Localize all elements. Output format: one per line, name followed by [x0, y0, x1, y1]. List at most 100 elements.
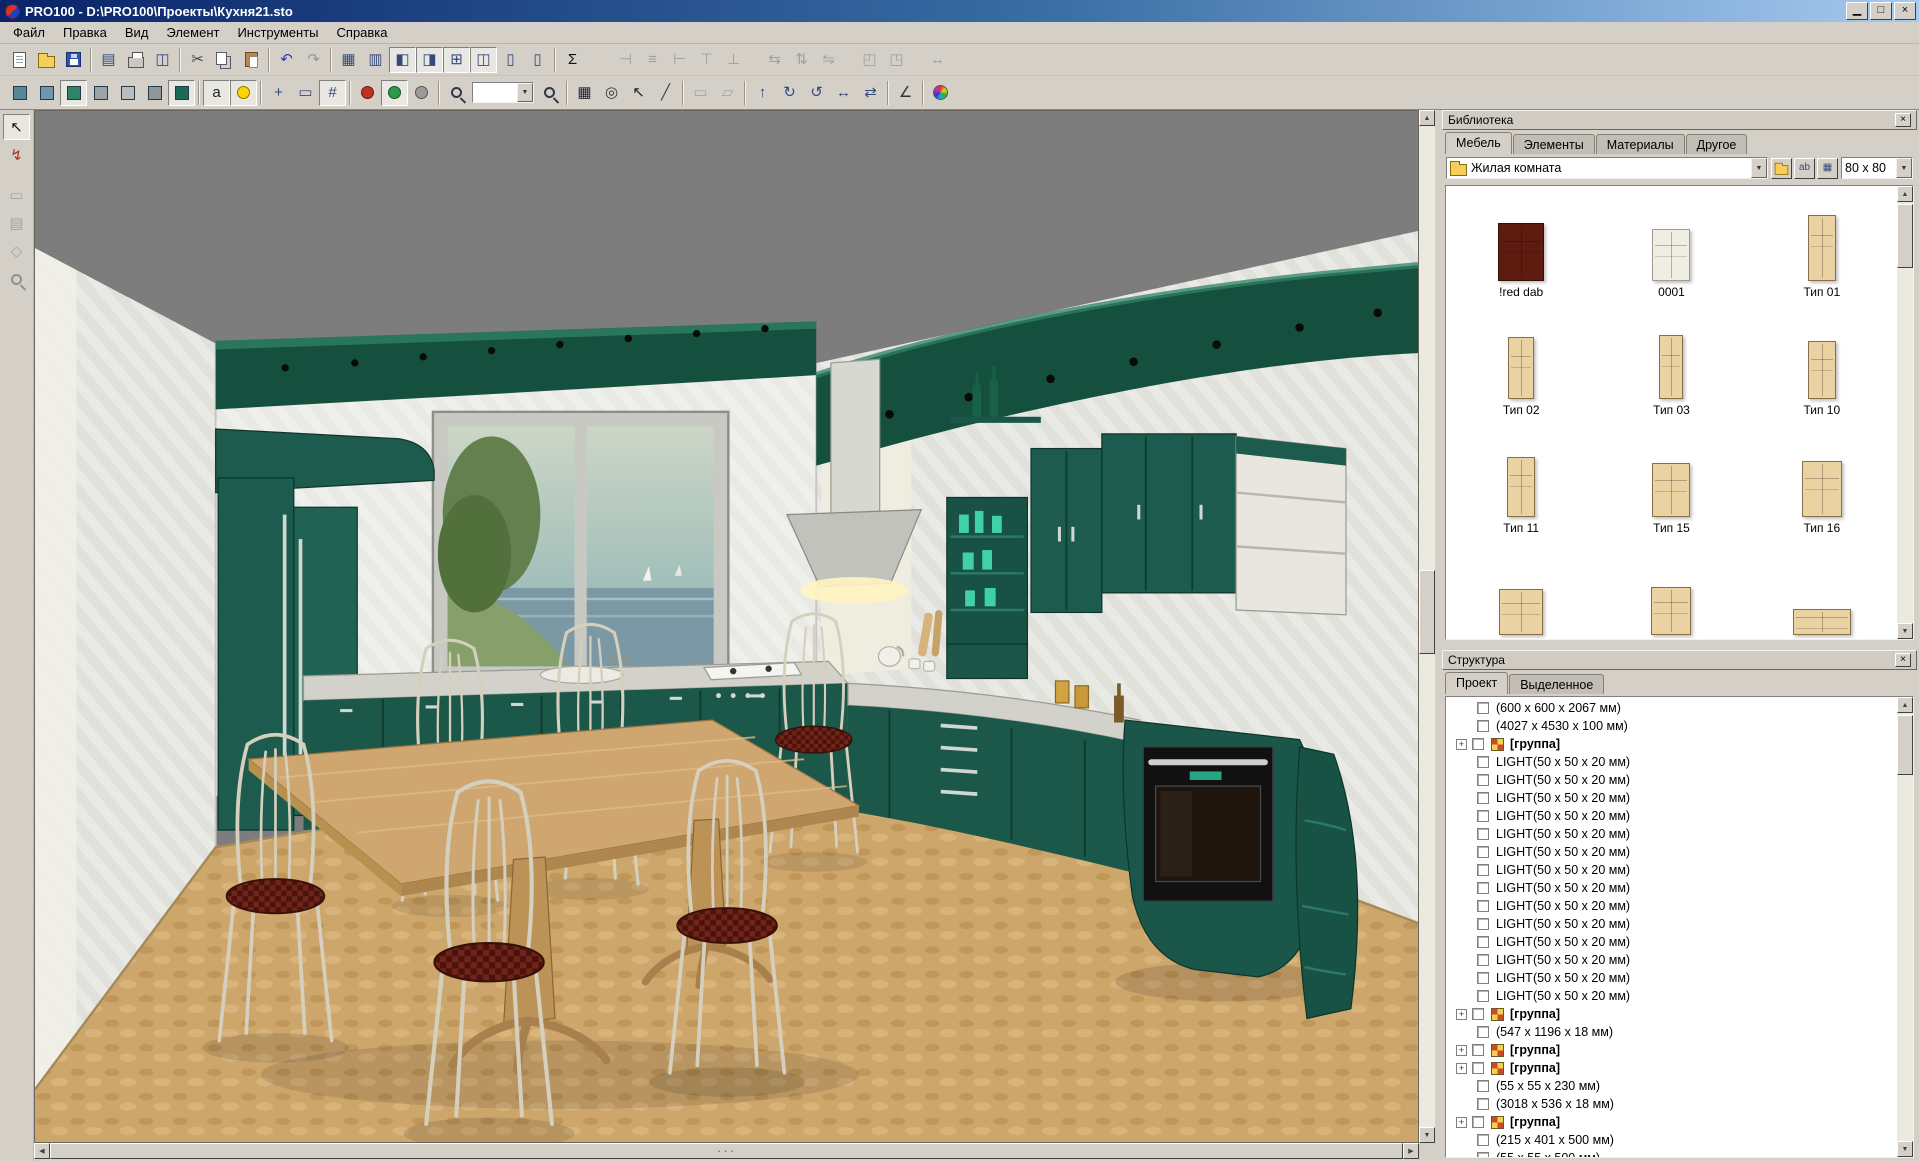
tree-checkbox[interactable]: [1477, 846, 1489, 858]
render-off-button[interactable]: [408, 80, 435, 106]
tree-checkbox[interactable]: [1477, 720, 1489, 732]
tree-row[interactable]: +[группа]: [1446, 735, 1897, 753]
library-tab-3[interactable]: Другое: [1686, 134, 1748, 154]
tree-row[interactable]: +[группа]: [1446, 1113, 1897, 1131]
tree-checkbox[interactable]: [1477, 1080, 1489, 1092]
panel-extra-2-button[interactable]: ▯: [524, 47, 551, 73]
price-list-button[interactable]: ▥: [362, 47, 389, 73]
paste-button[interactable]: [238, 47, 265, 73]
tree-row[interactable]: LIGHT(50 x 50 x 20 мм): [1446, 789, 1897, 807]
tree-checkbox[interactable]: [1472, 1116, 1484, 1128]
panel-extra-1-button[interactable]: ▯: [497, 47, 524, 73]
library-scroll-up-icon[interactable]: ▲: [1897, 186, 1913, 202]
show-properties-panel-button[interactable]: ◨: [416, 47, 443, 73]
page-setup-button[interactable]: ▤: [95, 47, 122, 73]
tree-checkbox[interactable]: [1477, 882, 1489, 894]
view-side-button[interactable]: [141, 80, 168, 106]
library-scrollbar[interactable]: ▲ ▼: [1897, 186, 1913, 639]
view-shaded-button[interactable]: [60, 80, 87, 106]
folder-up-button[interactable]: [1771, 158, 1792, 179]
library-scroll-down-icon[interactable]: ▼: [1897, 623, 1913, 639]
report-button[interactable]: ▦: [335, 47, 362, 73]
menu-item-0[interactable]: Файл: [4, 22, 54, 43]
show-structure-panel-button[interactable]: ◫: [470, 47, 497, 73]
structure-panel-header[interactable]: Структура ×: [1442, 650, 1917, 670]
dimension-tool-button[interactable]: ↯: [3, 142, 30, 168]
snap-toggle-button[interactable]: +: [265, 80, 292, 106]
view-axonometry-button[interactable]: [33, 80, 60, 106]
tree-checkbox[interactable]: [1477, 1098, 1489, 1110]
library-tab-2[interactable]: Материалы: [1596, 134, 1685, 154]
library-item[interactable]: Тип 15: [1596, 422, 1746, 540]
materials-button[interactable]: [927, 80, 954, 106]
library-item[interactable]: Тип 16: [1747, 422, 1897, 540]
category-dropdown-icon[interactable]: ▼: [1751, 158, 1767, 178]
zoom-level-dropdown-icon[interactable]: ▼: [517, 83, 533, 102]
zoom-in-button[interactable]: [536, 80, 563, 106]
menu-item-2[interactable]: Вид: [116, 22, 158, 43]
show-projects-panel-button[interactable]: ◧: [389, 47, 416, 73]
menu-item-3[interactable]: Элемент: [157, 22, 228, 43]
tree-row[interactable]: LIGHT(50 x 50 x 20 мм): [1446, 915, 1897, 933]
tree-row[interactable]: LIGHT(50 x 50 x 20 мм): [1446, 825, 1897, 843]
show-library-panel-button[interactable]: ⊞: [443, 47, 470, 73]
minimize-button[interactable]: ▁: [1846, 2, 1868, 20]
tree-expander[interactable]: +: [1456, 1063, 1467, 1074]
tree-checkbox[interactable]: [1477, 1026, 1489, 1038]
library-close-button[interactable]: ×: [1895, 113, 1911, 127]
tree-checkbox[interactable]: [1477, 864, 1489, 876]
draw-line-button[interactable]: ╱: [652, 80, 679, 106]
viewport-vscrollbar[interactable]: ▲ ▼: [1419, 110, 1435, 1143]
view-top-button[interactable]: [114, 80, 141, 106]
library-item[interactable]: Тип 02: [1446, 304, 1596, 422]
grid-toggle-button[interactable]: #: [319, 80, 346, 106]
tree-checkbox[interactable]: [1472, 1008, 1484, 1020]
tree-checkbox[interactable]: [1477, 828, 1489, 840]
dimensions-toggle-button[interactable]: ▭: [292, 80, 319, 106]
structure-scroll-up-icon[interactable]: ▲: [1897, 697, 1913, 713]
pan-view-button[interactable]: ▦: [571, 80, 598, 106]
title-bar[interactable]: PRO100 - D:\PRO100\Проекты\Кухня21.sto ▁…: [0, 0, 1919, 22]
tree-row[interactable]: (547 x 1196 x 18 мм): [1446, 1023, 1897, 1041]
tree-row[interactable]: LIGHT(50 x 50 x 20 мм): [1446, 753, 1897, 771]
library-item[interactable]: Тип 11: [1446, 422, 1596, 540]
tree-checkbox[interactable]: [1472, 738, 1484, 750]
tree-row[interactable]: LIGHT(50 x 50 x 20 мм): [1446, 987, 1897, 1005]
rotate-button[interactable]: ↻: [776, 80, 803, 106]
structure-tab-0[interactable]: Проект: [1445, 672, 1508, 694]
library-item[interactable]: !red dab: [1446, 186, 1596, 304]
save-project-button[interactable]: [60, 47, 87, 73]
open-project-button[interactable]: [33, 47, 60, 73]
view-wireframe-button[interactable]: [87, 80, 114, 106]
library-item[interactable]: Тип 17: [1446, 540, 1596, 640]
structure-tab-1[interactable]: Выделенное: [1509, 674, 1604, 694]
maximize-button[interactable]: □: [1870, 2, 1892, 20]
tree-checkbox[interactable]: [1472, 1062, 1484, 1074]
thumb-size-combo[interactable]: 80 x 80 ▼: [1841, 157, 1913, 179]
render-realtime-button[interactable]: [381, 80, 408, 106]
tree-checkbox[interactable]: [1477, 936, 1489, 948]
move-up-button[interactable]: ↑: [749, 80, 776, 106]
view-grid-button[interactable]: ▦: [1817, 158, 1838, 179]
tree-row[interactable]: (4027 x 4530 x 100 мм): [1446, 717, 1897, 735]
tree-row[interactable]: LIGHT(50 x 50 x 20 мм): [1446, 969, 1897, 987]
print-button[interactable]: [122, 47, 149, 73]
menu-item-4[interactable]: Инструменты: [228, 22, 327, 43]
tree-checkbox[interactable]: [1477, 702, 1489, 714]
view-perspective-button[interactable]: [6, 80, 33, 106]
tree-row[interactable]: +[группа]: [1446, 1059, 1897, 1077]
zoom-level[interactable]: ▼: [472, 82, 534, 103]
category-combo[interactable]: Жилая комната ▼: [1446, 157, 1768, 179]
tree-row[interactable]: (600 x 600 x 2067 мм): [1446, 699, 1897, 717]
tree-row[interactable]: LIGHT(50 x 50 x 20 мм): [1446, 771, 1897, 789]
tree-expander[interactable]: +: [1456, 1117, 1467, 1128]
scroll-left-icon[interactable]: ◀: [34, 1143, 50, 1159]
library-item[interactable]: Тип 20: [1747, 540, 1897, 640]
tree-row[interactable]: LIGHT(50 x 50 x 20 мм): [1446, 879, 1897, 897]
tree-row[interactable]: (55 x 55 x 230 мм): [1446, 1077, 1897, 1095]
select-tool-button[interactable]: ↖: [3, 114, 30, 140]
library-item[interactable]: Тип 01: [1747, 186, 1897, 304]
tree-row[interactable]: +[группа]: [1446, 1041, 1897, 1059]
scroll-down-icon[interactable]: ▼: [1419, 1127, 1435, 1143]
menu-item-5[interactable]: Справка: [328, 22, 397, 43]
